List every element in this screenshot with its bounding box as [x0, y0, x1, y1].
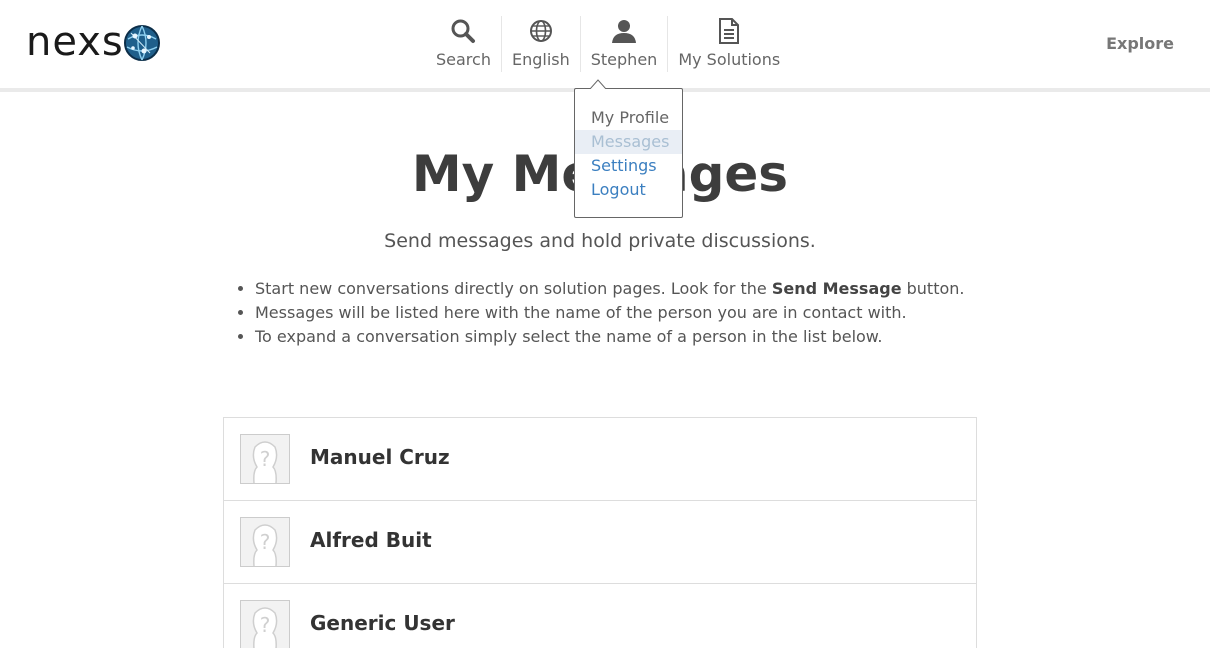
document-icon: [718, 16, 740, 46]
menu-item-settings[interactable]: Settings: [575, 154, 682, 178]
logo-text: nexs: [26, 19, 124, 65]
instruction-item: Start new conversations directly on solu…: [255, 277, 975, 301]
instruction-item: Messages will be listed here with the na…: [255, 301, 975, 325]
instructions-list: Start new conversations directly on solu…: [255, 277, 975, 349]
user-icon: [611, 16, 637, 46]
user-dropdown-menu: My Profile Messages Settings Logout: [574, 88, 683, 218]
nav-my-solutions[interactable]: My Solutions: [667, 16, 790, 72]
site-header: nexs Search English Stephen My Solutions…: [0, 0, 1210, 88]
placeholder-avatar-icon: ?: [240, 517, 290, 567]
placeholder-avatar-icon: ?: [240, 434, 290, 484]
conversation-row-manuel-cruz[interactable]: ? Manuel Cruz: [224, 418, 976, 501]
globe-logo-icon: [123, 25, 160, 61]
conversation-name: Generic User: [310, 611, 455, 635]
nav-search[interactable]: Search: [426, 16, 501, 72]
globe-icon: [529, 16, 553, 46]
menu-item-logout[interactable]: Logout: [575, 178, 682, 202]
dropdown-caret: [590, 79, 606, 89]
nav-language-label: English: [511, 50, 570, 69]
search-icon: [450, 16, 476, 46]
page-subtitle: Send messages and hold private discussio…: [384, 230, 816, 252]
instruction-text: button.: [901, 279, 965, 298]
menu-item-messages[interactable]: Messages: [575, 130, 682, 154]
svg-text:?: ?: [260, 447, 271, 471]
page: nexs Search English Stephen My Solutions…: [0, 0, 1210, 648]
nav-my-solutions-label: My Solutions: [678, 50, 781, 69]
nav-user-label: Stephen: [590, 50, 658, 69]
main-nav: Search English Stephen My Solutions: [426, 16, 790, 72]
conversation-row-generic-user[interactable]: ? Generic User: [224, 584, 976, 648]
conversation-name: Alfred Buit: [310, 528, 432, 552]
nav-user[interactable]: Stephen: [579, 16, 668, 72]
nav-language[interactable]: English: [500, 16, 580, 72]
svg-text:?: ?: [260, 530, 271, 554]
instruction-text: Start new conversations directly on solu…: [255, 279, 772, 298]
instruction-item: To expand a conversation simply select t…: [255, 325, 975, 349]
svg-text:?: ?: [260, 613, 271, 637]
placeholder-avatar-icon: ?: [240, 600, 290, 648]
menu-item-my-profile[interactable]: My Profile: [575, 106, 682, 130]
conversation-name: Manuel Cruz: [310, 445, 450, 469]
nexso-logo[interactable]: nexs: [26, 18, 162, 66]
explore-link[interactable]: Explore: [1106, 34, 1174, 53]
conversation-list: ? Manuel Cruz ? Alfred Buit ? Generic Us: [223, 417, 977, 648]
nav-search-label: Search: [436, 50, 491, 69]
conversation-row-alfred-buit[interactable]: ? Alfred Buit: [224, 501, 976, 584]
send-message-emphasis: Send Message: [771, 279, 902, 298]
